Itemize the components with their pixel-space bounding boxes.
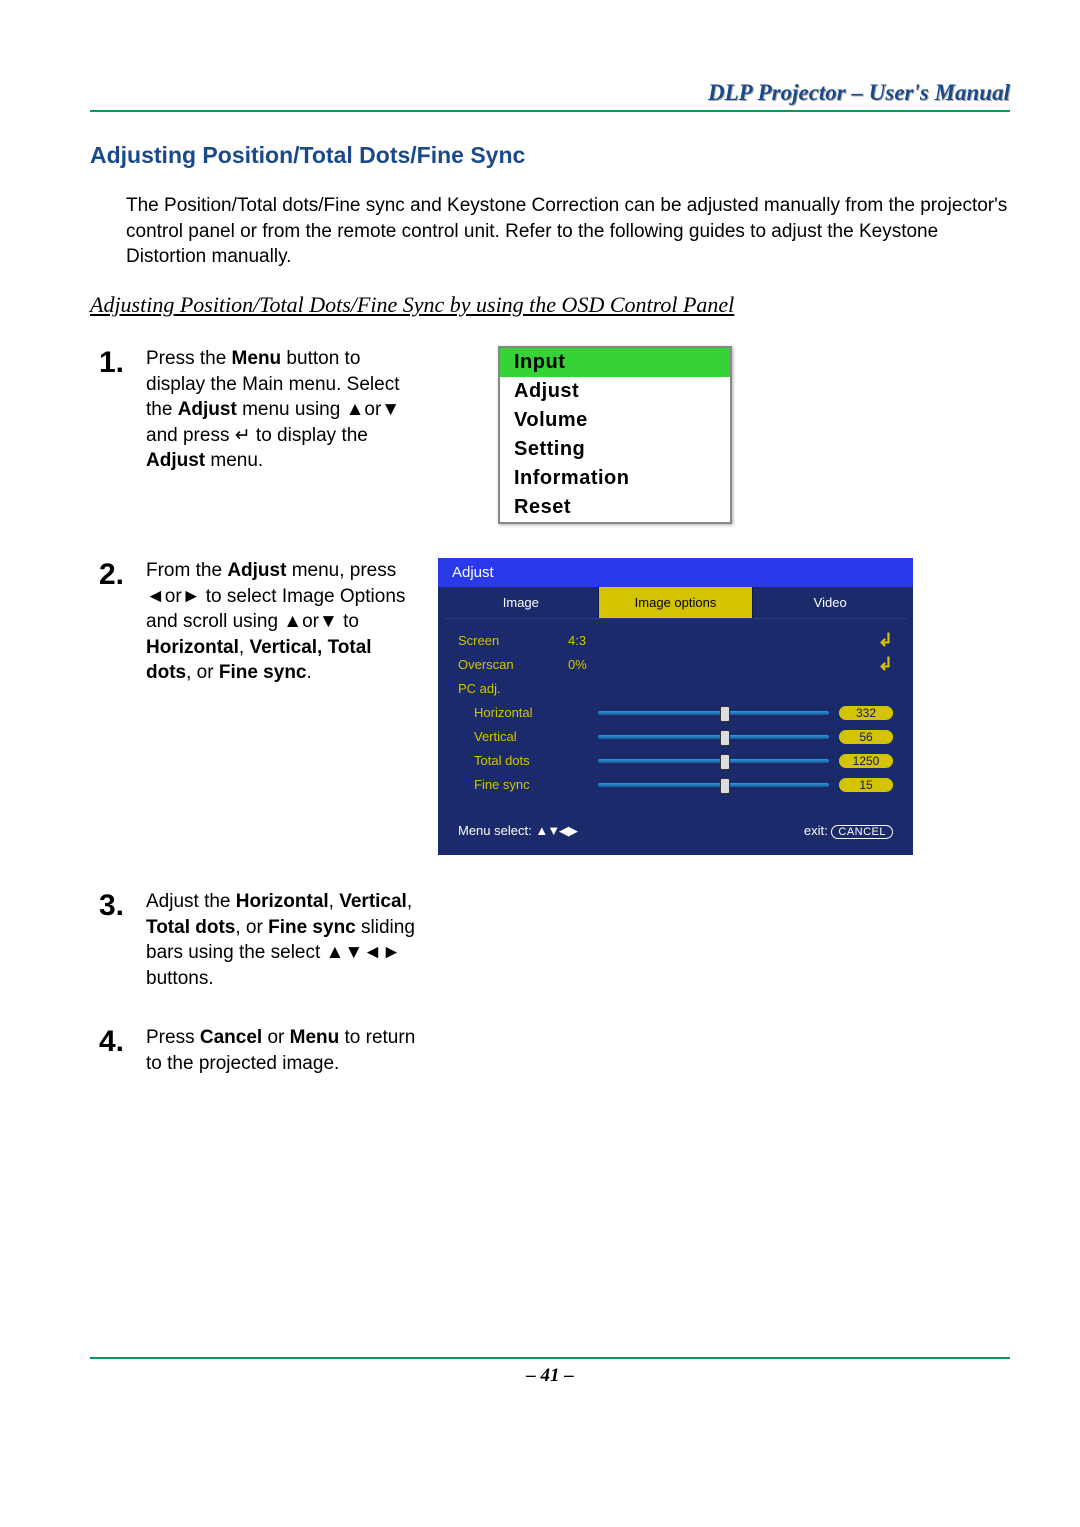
slider-vertical	[598, 735, 829, 739]
step-text: Press Cancel or Menu to return to the pr…	[146, 1025, 416, 1076]
slider-horizontal	[598, 711, 829, 715]
footer-exit-label: exit:	[804, 823, 828, 838]
osd-tab-image-options: Image options	[599, 587, 754, 618]
osd-row-overscan: Overscan 0% ↲	[458, 653, 893, 677]
section-heading: Adjusting Position/Total Dots/Fine Sync	[90, 142, 1010, 169]
step-text: Adjust the Horizontal, Vertical, Total d…	[146, 889, 416, 992]
footer-rule	[90, 1357, 1010, 1359]
osd-title: Adjust	[438, 558, 913, 587]
header-rule	[90, 110, 1010, 112]
step-text: Press the Menu button to display the Mai…	[146, 346, 416, 474]
osd-body: Screen 4:3 ↲ Overscan 0% ↲ PC adj.	[444, 619, 907, 815]
menu-item-adjust: Adjust	[500, 377, 730, 406]
step-2: 2. From the Adjust menu, press ◄or► to s…	[90, 558, 1010, 855]
menu-item-volume: Volume	[500, 406, 730, 435]
value-finesync: 15	[839, 778, 893, 792]
step-number: 3.	[90, 889, 124, 923]
adjust-osd-screenshot: Adjust Image Image options Video Screen …	[438, 558, 1010, 855]
step-1: 1. Press the Menu button to display the …	[90, 346, 1010, 524]
step-3: 3. Adjust the Horizontal, Vertical, Tota…	[90, 889, 1010, 992]
step-number: 2.	[90, 558, 124, 592]
menu-item-setting: Setting	[500, 435, 730, 464]
osd-tabs: Image Image options Video	[444, 587, 907, 619]
menu-item-information: Information	[500, 464, 730, 493]
osd-row-screen: Screen 4:3 ↲	[458, 629, 893, 653]
main-menu-screenshot: Input Adjust Volume Setting Information …	[438, 346, 1010, 524]
osd-row-horizontal: Horizontal 332	[458, 701, 893, 725]
slider-totaldots	[598, 759, 829, 763]
osd-panel: Adjust Image Image options Video Screen …	[438, 558, 913, 855]
doc-title: DLP Projector – User's Manual	[90, 80, 1010, 106]
steps-list: 1. Press the Menu button to display the …	[90, 346, 1010, 1077]
value-horizontal: 332	[839, 706, 893, 720]
manual-page: DLP Projector – User's Manual Adjusting …	[0, 0, 1080, 1520]
osd-row-finesync: Fine sync 15	[458, 773, 893, 797]
step-number: 4.	[90, 1025, 124, 1059]
step-number: 1.	[90, 346, 124, 380]
osd-row-pcadj: PC adj.	[458, 677, 893, 701]
osd-tab-video: Video	[753, 587, 907, 618]
value-totaldots: 1250	[839, 754, 893, 768]
enter-icon: ↲	[878, 654, 893, 675]
slider-finesync	[598, 783, 829, 787]
cancel-pill-icon: CANCEL	[831, 825, 893, 839]
osd-footer: Menu select: ▲▼◀▶ exit: CANCEL	[444, 815, 907, 849]
osd-row-vertical: Vertical 56	[458, 725, 893, 749]
menu-item-reset: Reset	[500, 493, 730, 522]
value-vertical: 56	[839, 730, 893, 744]
main-menu-box: Input Adjust Volume Setting Information …	[498, 346, 732, 524]
footer-arrows-icon: ▲▼◀▶	[535, 823, 577, 838]
footer-menu-select: Menu select:	[458, 823, 532, 838]
step-text: From the Adjust menu, press ◄or► to sele…	[146, 558, 416, 686]
menu-item-input: Input	[500, 348, 730, 377]
step-4: 4. Press Cancel or Menu to return to the…	[90, 1025, 1010, 1076]
sub-heading: Adjusting Position/Total Dots/Fine Sync …	[90, 292, 1010, 318]
osd-tab-image: Image	[444, 587, 599, 618]
intro-paragraph: The Position/Total dots/Fine sync and Ke…	[126, 193, 1010, 270]
page-number: – 41 –	[90, 1365, 1010, 1387]
osd-row-totaldots: Total dots 1250	[458, 749, 893, 773]
enter-icon: ↲	[878, 630, 893, 651]
